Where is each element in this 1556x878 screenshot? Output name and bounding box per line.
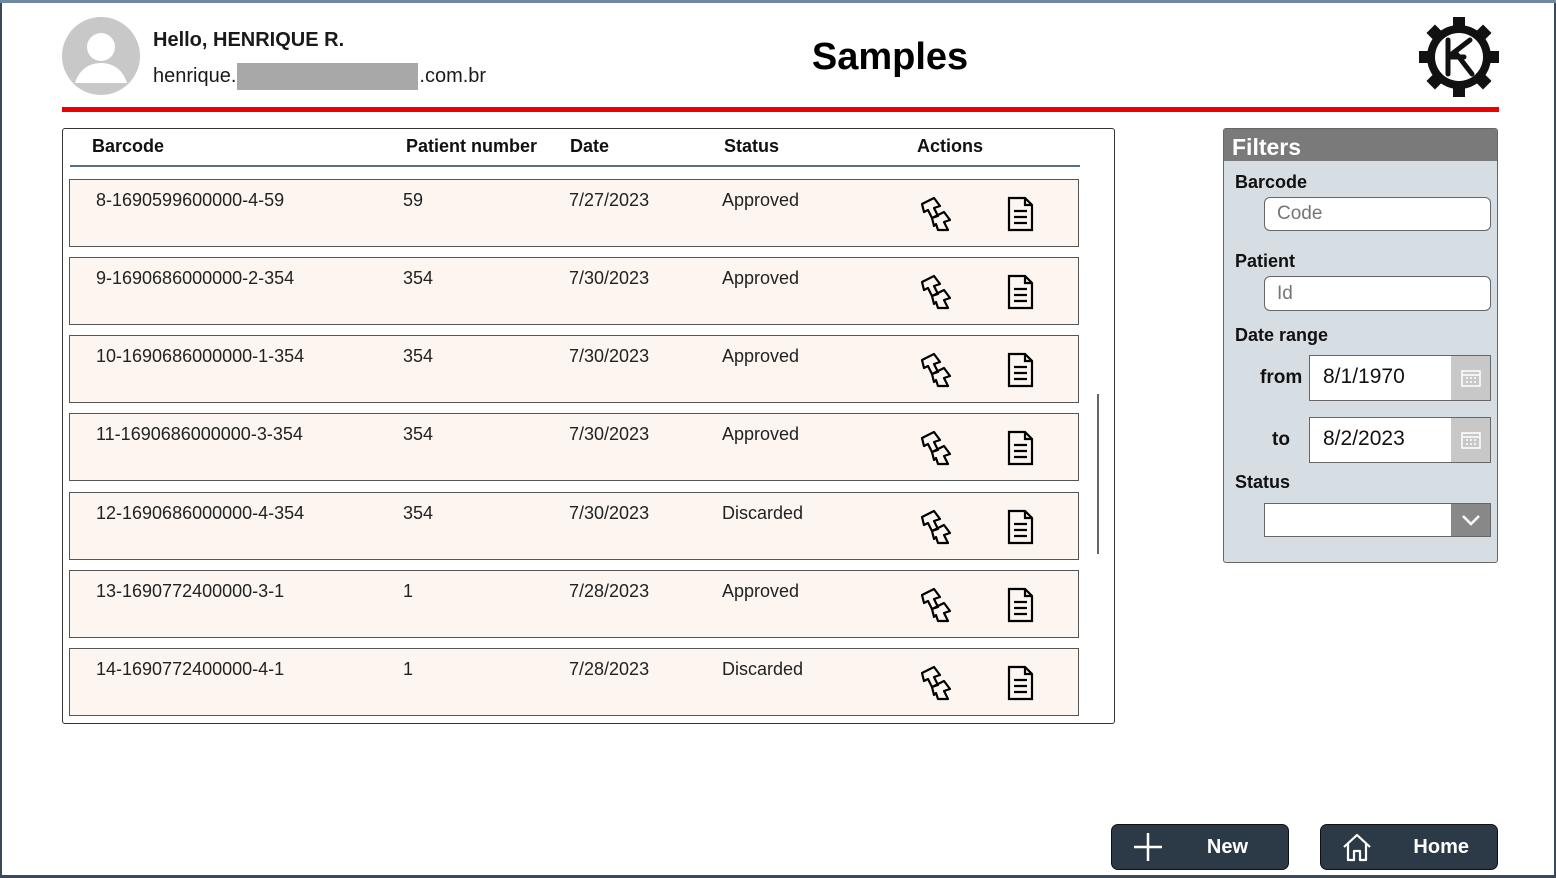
home-icon <box>1343 833 1371 862</box>
barcode-cell: 11-1690686000000-3-354 <box>96 424 303 444</box>
table-row[interactable]: 9-1690686000000-2-354 354 7/30/2023 Appr… <box>69 257 1079 325</box>
page-title: Samples <box>811 36 969 78</box>
document-icon[interactable] <box>1000 428 1040 468</box>
to-date-picker[interactable]: 8/2/2023 <box>1309 417 1491 463</box>
barcode-cell: 10-1690686000000-1-354 <box>96 346 305 366</box>
status-cell: Approved <box>722 581 800 601</box>
date-cell: 7/30/2023 <box>569 346 650 366</box>
column-header-actions: Actions <box>917 136 984 156</box>
barcode-filter-input[interactable] <box>1264 197 1491 231</box>
status-cell: Approved <box>722 346 800 366</box>
review-icon[interactable] <box>918 350 958 390</box>
header-divider <box>62 107 1499 112</box>
date-cell: 7/28/2023 <box>569 659 650 679</box>
user-greeting: Hello, HENRIQUE R. <box>153 29 345 51</box>
barcode-cell: 14-1690772400000-4-1 <box>96 659 285 679</box>
from-date-picker[interactable]: 8/1/1970 <box>1309 355 1491 401</box>
table-scrollbar[interactable] <box>1097 394 1099 554</box>
email-redaction <box>237 63 419 90</box>
plus-icon <box>1134 833 1162 861</box>
patient-filter-label: Patient <box>1235 251 1296 271</box>
barcode-cell: 8-1690599600000-4-59 <box>96 190 285 210</box>
column-header-barcode[interactable]: Barcode <box>92 136 164 157</box>
home-button-label: Home <box>1413 836 1469 858</box>
patient-cell: 1 <box>403 581 414 601</box>
review-icon[interactable] <box>918 585 958 625</box>
document-icon[interactable] <box>1000 507 1040 547</box>
date-cell: 7/30/2023 <box>569 424 650 444</box>
review-icon[interactable] <box>918 272 958 312</box>
date-range-label: Date range <box>1235 325 1329 345</box>
column-header-patient-number[interactable]: Patient number <box>406 136 537 157</box>
patient-cell: 354 <box>403 424 434 444</box>
date-cell: 7/27/2023 <box>569 190 650 210</box>
home-button[interactable]: Home <box>1320 824 1498 870</box>
status-cell: Approved <box>722 190 800 210</box>
document-icon[interactable] <box>1000 350 1040 390</box>
barcode-filter-label: Barcode <box>1235 172 1308 192</box>
table-row[interactable]: 12-1690686000000-4-354 354 7/30/2023 Dis… <box>69 492 1079 560</box>
email-suffix: .com.br <box>419 65 487 87</box>
date-cell: 7/30/2023 <box>569 268 650 288</box>
table-row[interactable]: 14-1690772400000-4-1 1 7/28/2023 Discard… <box>69 648 1079 716</box>
user-email: henrique. .com.br <box>153 63 486 90</box>
samples-table: Barcode Patient number Date Status Actio… <box>62 128 1115 724</box>
table-row[interactable]: 11-1690686000000-3-354 354 7/30/2023 App… <box>69 413 1079 481</box>
to-label: to <box>1272 429 1290 450</box>
status-filter-label: Status <box>1235 472 1291 492</box>
document-icon[interactable] <box>1000 663 1040 703</box>
company-logo <box>1419 17 1499 97</box>
patient-cell: 59 <box>403 190 424 210</box>
document-icon[interactable] <box>1000 272 1040 312</box>
date-cell: 7/30/2023 <box>569 503 650 523</box>
status-cell: Discarded <box>722 659 804 679</box>
calendar-icon[interactable] <box>1451 418 1490 462</box>
table-row[interactable]: 8-1690599600000-4-59 59 7/27/2023 Approv… <box>69 179 1079 247</box>
review-icon[interactable] <box>918 194 958 234</box>
patient-cell: 354 <box>403 503 434 523</box>
column-header-date[interactable]: Date <box>570 136 609 157</box>
document-icon[interactable] <box>1000 585 1040 625</box>
document-icon[interactable] <box>1000 194 1040 234</box>
patient-cell: 354 <box>403 268 434 288</box>
chevron-down-icon[interactable] <box>1451 504 1490 536</box>
new-button[interactable]: New <box>1111 824 1289 870</box>
column-header-status[interactable]: Status <box>724 136 779 157</box>
patient-cell: 354 <box>403 346 434 366</box>
patient-filter-input[interactable] <box>1264 276 1491 311</box>
table-row[interactable]: 13-1690772400000-3-1 1 7/28/2023 Approve… <box>69 570 1079 638</box>
barcode-cell: 9-1690686000000-2-354 <box>96 268 295 288</box>
barcode-cell: 12-1690686000000-4-354 <box>96 503 305 523</box>
patient-cell: 1 <box>403 659 414 679</box>
calendar-icon[interactable] <box>1451 356 1490 400</box>
review-icon[interactable] <box>918 507 958 547</box>
status-filter-dropdown[interactable] <box>1264 503 1491 537</box>
status-cell: Approved <box>722 424 800 444</box>
app-screen: Hello, HENRIQUE R. henrique. .com.br Sam… <box>2 3 1554 875</box>
table-row[interactable]: 10-1690686000000-1-354 354 7/30/2023 App… <box>69 335 1079 403</box>
from-date-value: 8/1/1970 <box>1323 365 1405 388</box>
barcode-cell: 13-1690772400000-3-1 <box>96 581 285 601</box>
avatar-icon <box>62 17 140 95</box>
status-cell: Approved <box>722 268 800 288</box>
review-icon[interactable] <box>918 428 958 468</box>
table-header: Barcode Patient number Date Status Actio… <box>70 129 1080 167</box>
from-label: from <box>1260 367 1303 388</box>
filters-title: Filters <box>1224 129 1497 161</box>
to-date-value: 8/2/2023 <box>1323 427 1405 450</box>
email-prefix: henrique. <box>153 65 237 87</box>
new-button-label: New <box>1206 836 1248 858</box>
status-cell: Discarded <box>722 503 804 523</box>
date-cell: 7/28/2023 <box>569 581 650 601</box>
review-icon[interactable] <box>918 663 958 703</box>
filters-panel: Filters Barcode Patient Date range from … <box>1223 128 1498 563</box>
